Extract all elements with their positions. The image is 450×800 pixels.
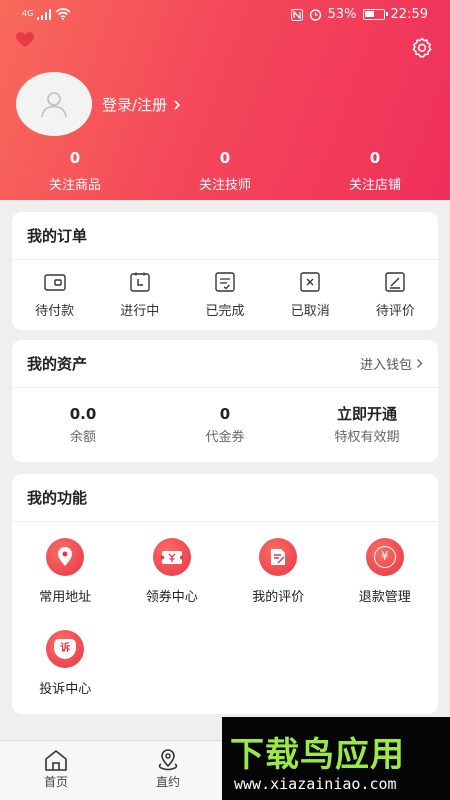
order-cancelled[interactable]: 已取消 [268,271,353,319]
status-time: 22:59 [390,7,428,22]
wallet-icon [43,273,66,291]
func-label: 我的评价 [252,590,305,605]
follow-count: 0 [369,149,381,167]
functions-title: 我的功能 [27,489,88,507]
functions-header: 我的功能 [12,474,438,522]
func-refund-management[interactable]: ¥ 退款管理 [332,538,439,630]
wifi-icon [55,8,71,20]
follow-technicians-stat[interactable]: 0 关注技师 [150,148,300,196]
func-label: 领券中心 [145,590,198,605]
order-item-label: 已取消 [290,303,330,319]
refund-icon: ¥ [365,538,404,576]
voucher-item[interactable]: 0 代金券 [154,403,296,447]
battery-percent: 53% [327,7,357,22]
order-to-review[interactable]: 待评价 [353,271,438,319]
nfc-icon [290,8,303,21]
follow-count: 0 [219,149,231,167]
orders-header: 我的订单 [12,212,438,260]
order-item-label: 待评价 [375,303,415,319]
order-pending-payment[interactable]: 待付款 [12,272,97,319]
func-my-reviews[interactable]: 我的评价 [225,538,332,630]
follow-label: 关注店铺 [348,178,401,193]
func-complaint-center[interactable]: 诉 投诉中心 [12,630,119,722]
watermark-url: www.xiazainiao.com [234,775,397,793]
order-status-row: 待付款 进行中 已完成 已取消 待评价 [12,260,438,330]
heart-decoration-icon [16,32,34,47]
balance-value: 0.0 [69,405,97,423]
assets-card: 我的资产 进入钱包 0.0 余额 0 代金券 立即开通 特权有效期 [12,340,438,462]
review-icon [259,538,298,576]
voucher-value: 0 [219,405,231,423]
clock-icon [130,272,150,292]
chevron-right-icon [417,359,423,368]
order-item-label: 待付款 [35,303,75,319]
func-address[interactable]: 常用地址 [12,538,119,630]
yen-symbol: ¥ [373,546,396,568]
user-placeholder-icon [41,92,67,118]
voucher-label: 代金券 [205,430,245,445]
functions-card: 我的功能 常用地址 领券中心 我的评价 ¥ 退款管理 诉 投诉中心 [12,474,438,714]
tab-home[interactable]: 首页 [0,741,112,800]
home-icon [45,750,67,771]
coupon-icon [152,538,191,576]
location-icon [158,749,178,771]
network-type: 4G [22,9,34,18]
asset-row: 0.0 余额 0 代金券 立即开通 特权有效期 [12,388,438,462]
order-item-label: 进行中 [120,303,160,319]
orders-title: 我的订单 [27,227,88,245]
order-item-label: 已完成 [205,303,245,319]
login-register-label: 登录/注册 [102,96,168,114]
follow-products-stat[interactable]: 0 关注商品 [0,148,150,196]
func-label: 退款管理 [358,590,411,605]
privilege-value: 立即开通 [336,405,397,423]
order-in-progress[interactable]: 进行中 [97,272,182,319]
balance-label: 余额 [69,430,96,445]
avatar[interactable] [16,72,92,136]
chevron-right-icon [174,99,181,110]
battery-icon [362,9,388,20]
settings-gear-icon[interactable] [410,36,434,60]
enter-wallet-link[interactable]: 进入钱包 [360,354,423,373]
status-left: 4G [22,8,71,20]
edit-icon [385,271,406,292]
watermark-banner: 下载鸟应用 www.xiazainiao.com [222,717,450,800]
orders-card: 我的订单 待付款 进行中 已完成 已取消 待评价 [12,212,438,330]
tab-direct-booking[interactable]: 直约 [112,741,224,800]
check-list-icon [215,271,235,292]
alarm-icon [309,9,321,21]
assets-title: 我的资产 [27,355,88,373]
signal-icon [37,8,52,20]
order-completed[interactable]: 已完成 [182,271,267,319]
balance-item[interactable]: 0.0 余额 [12,403,154,447]
cancel-icon [300,271,320,292]
watermark-title: 下载鸟应用 [230,735,405,775]
profile-header: 4G 53% 22:59 登录/注册 0 关注商品 0 关注技师 0 关注店铺 [0,0,450,200]
follow-count: 0 [69,149,81,167]
func-coupon-center[interactable]: 领券中心 [119,538,226,630]
follow-stats: 0 关注商品 0 关注技师 0 关注店铺 [0,148,450,196]
status-bar: 4G 53% 22:59 [0,0,450,30]
login-register-link[interactable]: 登录/注册 [102,94,181,115]
tab-label: 直约 [155,775,180,789]
follow-shops-stat[interactable]: 0 关注店铺 [300,148,450,196]
privilege-label: 特权有效期 [334,430,400,445]
location-pin-icon [46,538,85,576]
functions-grid: 常用地址 领券中心 我的评价 ¥ 退款管理 诉 投诉中心 [12,522,438,722]
privilege-item[interactable]: 立即开通 特权有效期 [296,403,438,447]
status-right: 53% 22:59 [290,7,428,22]
assets-header: 我的资产 进入钱包 [12,340,438,388]
tab-label: 首页 [43,775,68,789]
enter-wallet-label: 进入钱包 [359,358,412,373]
func-label: 投诉中心 [39,682,92,697]
follow-label: 关注技师 [198,178,251,193]
follow-label: 关注商品 [48,178,101,193]
complaint-icon: 诉 [46,630,85,668]
func-label: 常用地址 [39,590,92,605]
complaint-badge: 诉 [54,639,77,659]
